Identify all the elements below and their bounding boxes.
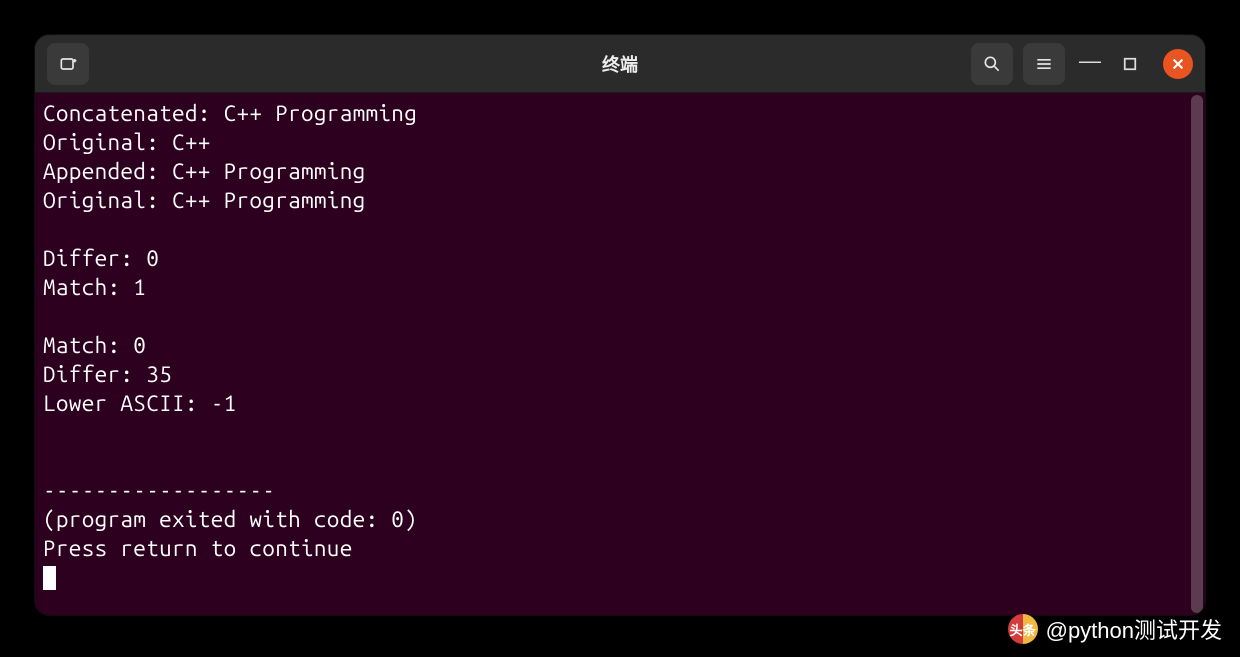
close-button[interactable] (1163, 49, 1193, 79)
watermark-logo-text: 头条 (1008, 614, 1038, 644)
output-line: ------------------ (43, 478, 275, 503)
minimize-icon: — (1079, 48, 1101, 74)
menu-button[interactable] (1023, 43, 1065, 85)
maximize-icon (1123, 57, 1137, 71)
new-tab-button[interactable] (47, 43, 89, 85)
minimize-button[interactable]: — (1075, 49, 1105, 79)
search-button[interactable] (971, 43, 1013, 85)
output-line: Lower ASCII: -1 (43, 391, 237, 416)
terminal-scrollbar[interactable] (1191, 95, 1203, 613)
window-titlebar: 终端 — (35, 35, 1205, 93)
maximize-button[interactable] (1115, 49, 1145, 79)
watermark: 头条 @python测试开发 (1008, 613, 1222, 645)
output-line: Match: 0 (43, 333, 146, 358)
close-icon (1171, 57, 1185, 71)
output-line: Press return to continue (43, 536, 353, 561)
terminal-window: 终端 — (35, 35, 1205, 615)
output-line: Original: C++ (43, 130, 211, 155)
terminal-body[interactable]: Concatenated: C++ Programming Original: … (35, 93, 1205, 615)
watermark-handle: @python测试开发 (1046, 613, 1222, 645)
scrollbar-thumb[interactable] (1191, 95, 1203, 613)
output-line: Differ: 0 (43, 246, 159, 271)
titlebar-right: — (971, 43, 1193, 85)
search-icon (982, 54, 1002, 74)
terminal-cursor (43, 566, 56, 590)
titlebar-left (47, 43, 89, 85)
window-title: 终端 (602, 51, 638, 77)
output-line: Original: C++ Programming (43, 188, 366, 213)
terminal-output: Concatenated: C++ Programming Original: … (35, 93, 1205, 598)
output-line: Differ: 35 (43, 362, 172, 387)
output-line: Appended: C++ Programming (43, 159, 366, 184)
output-line: Match: 1 (43, 275, 146, 300)
watermark-logo: 头条 (1008, 614, 1038, 644)
output-line: Concatenated: C++ Programming (43, 101, 417, 126)
hamburger-icon (1034, 54, 1054, 74)
new-tab-icon (58, 54, 78, 74)
output-line: (program exited with code: 0) (43, 507, 417, 532)
